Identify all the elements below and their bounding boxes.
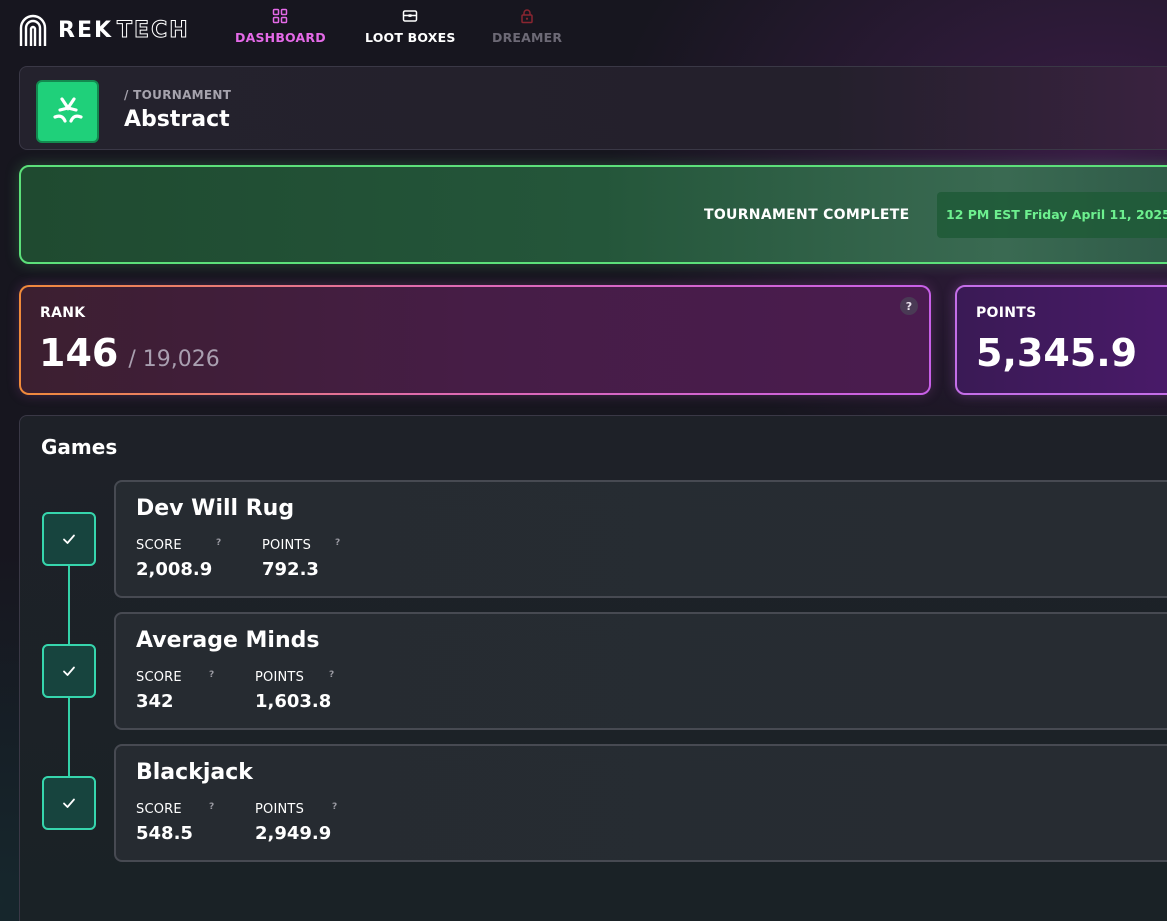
- rank-number: 146: [39, 331, 119, 375]
- score-label: SCORE: [136, 670, 182, 685]
- nav-loot-boxes[interactable]: LOOT BOXES: [365, 8, 456, 52]
- rank-card: RANK 146 / 19,026 ?: [19, 285, 931, 395]
- game-points: 1,603.8: [255, 691, 332, 712]
- game-complete-check: [42, 776, 96, 830]
- rank-label: RANK: [40, 305, 86, 321]
- game-score: 342: [136, 691, 174, 712]
- timeline-connector: [68, 566, 70, 646]
- score-label: SCORE: [136, 538, 182, 553]
- check-icon: [63, 798, 75, 808]
- game-complete-check: [42, 644, 96, 698]
- check-icon: [63, 534, 75, 544]
- score-help-icon[interactable]: ?: [209, 670, 214, 680]
- check-icon: [63, 666, 75, 676]
- points-value: 5,345.9: [976, 331, 1138, 375]
- abstract-logo-icon: [52, 96, 83, 123]
- nav-loot-boxes-label: LOOT BOXES: [365, 30, 456, 45]
- brand-logo-icon: [19, 14, 47, 46]
- points-help-icon[interactable]: ?: [332, 802, 337, 812]
- game-score: 548.5: [136, 823, 193, 844]
- score-help-icon[interactable]: ?: [216, 538, 221, 548]
- tournament-end-time: 12 PM EST Friday April 11, 2025: [937, 192, 1167, 238]
- nav-dashboard[interactable]: DASHBOARD: [235, 8, 326, 52]
- game-points: 2,949.9: [255, 823, 332, 844]
- points-label: POINTS: [255, 670, 305, 685]
- points-label: POINTS: [255, 802, 305, 817]
- nav-dashboard-label: DASHBOARD: [235, 30, 326, 45]
- chest-icon: [403, 10, 418, 22]
- nav-dreamer[interactable]: DREAMER: [492, 8, 562, 52]
- points-help-icon[interactable]: ?: [329, 670, 334, 680]
- timeline-connector: [68, 698, 70, 778]
- game-card[interactable]: Blackjack SCORE ? POINTS ? 548.5 2,949.9: [114, 744, 1167, 862]
- points-help-icon[interactable]: ?: [335, 538, 340, 548]
- game-points: 792.3: [262, 559, 319, 580]
- brand-wordmark: REK TECH: [58, 17, 190, 43]
- tournament-logo: [36, 80, 99, 143]
- game-card[interactable]: Dev Will Rug SCORE ? POINTS ? 2,008.9 79…: [114, 480, 1167, 598]
- nav-dreamer-label: DREAMER: [492, 30, 563, 45]
- grid-icon: [273, 8, 288, 24]
- games-panel: Games Dev Will Rug SCORE ? POINTS ? 2,00…: [19, 415, 1167, 921]
- page-title: Abstract: [124, 107, 230, 132]
- rank-value: 146 / 19,026: [39, 331, 220, 375]
- brand-name-b: TECH: [117, 17, 190, 43]
- points-label: POINTS: [976, 305, 1037, 321]
- breadcrumb: / TOURNAMENT: [124, 88, 232, 102]
- brand-logo[interactable]: REK TECH: [18, 12, 190, 48]
- game-card[interactable]: Average Minds SCORE ? POINTS ? 342 1,603…: [114, 612, 1167, 730]
- rank-help-icon[interactable]: ?: [900, 297, 918, 315]
- game-name: Dev Will Rug: [136, 496, 295, 521]
- top-nav: REK TECH DASHBOARD LOOT BOXES DREAMER: [0, 0, 1167, 62]
- score-label: SCORE: [136, 802, 182, 817]
- tournament-status-banner: TOURNAMENT COMPLETE 12 PM EST Friday Apr…: [19, 165, 1167, 264]
- games-title: Games: [41, 435, 118, 459]
- game-score: 2,008.9: [136, 559, 213, 580]
- rank-total: / 19,026: [128, 347, 220, 372]
- brand-name-a: REK: [58, 17, 114, 43]
- game-complete-check: [42, 512, 96, 566]
- tournament-status: TOURNAMENT COMPLETE: [704, 207, 910, 223]
- lock-icon: [521, 9, 533, 24]
- tournament-header: / TOURNAMENT Abstract: [19, 66, 1167, 150]
- game-name: Average Minds: [136, 628, 320, 653]
- points-label: POINTS: [262, 538, 312, 553]
- score-help-icon[interactable]: ?: [209, 802, 214, 812]
- game-name: Blackjack: [136, 760, 253, 785]
- points-card: POINTS 5,345.9: [955, 285, 1167, 395]
